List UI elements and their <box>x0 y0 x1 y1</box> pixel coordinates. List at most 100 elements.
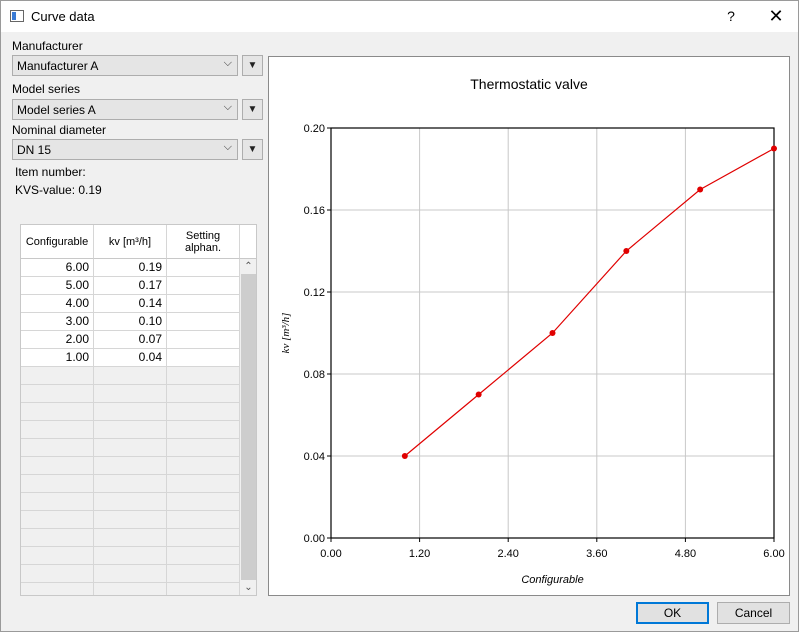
empty-table-row[interactable] <box>21 565 240 583</box>
empty-table-row[interactable] <box>21 439 240 457</box>
x-tick-label: 2.40 <box>497 548 518 560</box>
empty-table-row[interactable] <box>21 367 240 385</box>
empty-table-row[interactable] <box>21 403 240 421</box>
table-cell[interactable] <box>94 583 167 595</box>
empty-table-row[interactable] <box>21 493 240 511</box>
column-header-setting[interactable]: Setting alphan. <box>167 225 240 259</box>
table-cell[interactable]: 3.00 <box>21 313 94 331</box>
scroll-up-icon[interactable]: ⌃ <box>240 259 256 274</box>
cancel-button[interactable]: Cancel <box>717 602 790 624</box>
table-cell[interactable] <box>167 493 240 511</box>
table-cell[interactable] <box>94 421 167 439</box>
empty-table-row[interactable] <box>21 547 240 565</box>
table-cell[interactable] <box>94 457 167 475</box>
table-cell[interactable]: 0.04 <box>94 349 167 367</box>
y-axis-label: kv [m³/h] <box>280 313 292 354</box>
table-row[interactable]: 2.00 0.07 <box>21 331 240 349</box>
table-cell[interactable] <box>167 403 240 421</box>
table-row[interactable]: 3.00 0.10 <box>21 313 240 331</box>
table-cell[interactable] <box>21 475 94 493</box>
table-cell[interactable] <box>167 511 240 529</box>
table-cell[interactable]: 0.19 <box>94 259 167 277</box>
empty-table-row[interactable] <box>21 475 240 493</box>
table-cell[interactable] <box>167 313 240 331</box>
table-cell[interactable] <box>167 529 240 547</box>
table-cell[interactable] <box>94 565 167 583</box>
table-cell[interactable] <box>167 583 240 595</box>
table-cell[interactable]: 6.00 <box>21 259 94 277</box>
empty-table-row[interactable] <box>21 421 240 439</box>
table-row[interactable]: 4.00 0.14 <box>21 295 240 313</box>
table-cell[interactable] <box>21 439 94 457</box>
table-row[interactable]: 1.00 0.04 <box>21 349 240 367</box>
table-cell[interactable] <box>167 295 240 313</box>
table-cell[interactable] <box>167 385 240 403</box>
table-cell[interactable]: 0.17 <box>94 277 167 295</box>
table-cell[interactable]: 0.07 <box>94 331 167 349</box>
empty-table-row[interactable] <box>21 385 240 403</box>
table-cell[interactable] <box>167 349 240 367</box>
nominal-diameter-expand-button[interactable]: ▼ <box>242 139 263 160</box>
kvs-value-text: KVS-value: 0.19 <box>15 183 102 197</box>
table-row[interactable]: 5.00 0.17 <box>21 277 240 295</box>
manufacturer-expand-button[interactable]: ▼ <box>242 55 263 76</box>
table-cell[interactable] <box>167 547 240 565</box>
table-cell[interactable] <box>94 385 167 403</box>
table-cell[interactable] <box>167 277 240 295</box>
table-cell[interactable] <box>21 511 94 529</box>
table-cell[interactable] <box>94 493 167 511</box>
column-header-kv[interactable]: kv [m³/h] <box>94 225 167 259</box>
table-row[interactable]: 6.00 0.19 <box>21 259 240 277</box>
table-cell[interactable] <box>21 493 94 511</box>
table-cell[interactable]: 2.00 <box>21 331 94 349</box>
table-cell[interactable] <box>167 457 240 475</box>
table-cell[interactable] <box>94 547 167 565</box>
table-cell[interactable] <box>21 421 94 439</box>
table-cell[interactable] <box>167 331 240 349</box>
table-cell[interactable]: 5.00 <box>21 277 94 295</box>
table-cell[interactable] <box>21 403 94 421</box>
title-bar: Curve data ? ✕ <box>1 1 798 32</box>
nominal-diameter-value: DN 15 <box>17 143 52 157</box>
manufacturer-select[interactable]: Manufacturer A ⌵ <box>12 55 238 76</box>
curve-data-table[interactable]: Configurable kv [m³/h] Setting alphan. 6… <box>20 224 257 596</box>
empty-table-row[interactable] <box>21 457 240 475</box>
table-cell[interactable] <box>167 421 240 439</box>
table-cell[interactable] <box>94 475 167 493</box>
model-series-expand-button[interactable]: ▼ <box>242 99 263 120</box>
table-cell[interactable] <box>167 565 240 583</box>
help-button[interactable]: ? <box>711 1 751 32</box>
scrollbar-thumb[interactable] <box>241 274 256 580</box>
table-cell[interactable] <box>21 583 94 595</box>
table-cell[interactable] <box>21 385 94 403</box>
empty-table-row[interactable] <box>21 529 240 547</box>
ok-button[interactable]: OK <box>636 602 709 624</box>
table-cell[interactable] <box>167 439 240 457</box>
table-cell[interactable] <box>94 439 167 457</box>
table-cell[interactable] <box>21 547 94 565</box>
table-cell[interactable] <box>94 367 167 385</box>
table-cell[interactable]: 0.10 <box>94 313 167 331</box>
data-point <box>549 330 556 336</box>
table-cell[interactable] <box>21 457 94 475</box>
table-cell[interactable] <box>94 529 167 547</box>
table-cell[interactable] <box>167 259 240 277</box>
table-cell[interactable] <box>21 367 94 385</box>
nominal-diameter-select[interactable]: DN 15 ⌵ <box>12 139 238 160</box>
table-cell[interactable] <box>94 511 167 529</box>
column-header-configurable[interactable]: Configurable <box>21 225 94 259</box>
empty-table-row[interactable] <box>21 511 240 529</box>
table-cell[interactable]: 1.00 <box>21 349 94 367</box>
table-scrollbar[interactable]: ⌃ ⌄ <box>240 259 256 595</box>
table-cell[interactable] <box>167 367 240 385</box>
table-cell[interactable] <box>167 475 240 493</box>
table-cell[interactable] <box>94 403 167 421</box>
table-cell[interactable]: 0.14 <box>94 295 167 313</box>
table-cell[interactable]: 4.00 <box>21 295 94 313</box>
model-series-select[interactable]: Model series A ⌵ <box>12 99 238 120</box>
close-button[interactable]: ✕ <box>756 1 796 32</box>
table-cell[interactable] <box>21 565 94 583</box>
table-cell[interactable] <box>21 529 94 547</box>
empty-table-row[interactable] <box>21 583 240 595</box>
scroll-down-icon[interactable]: ⌄ <box>240 580 256 595</box>
